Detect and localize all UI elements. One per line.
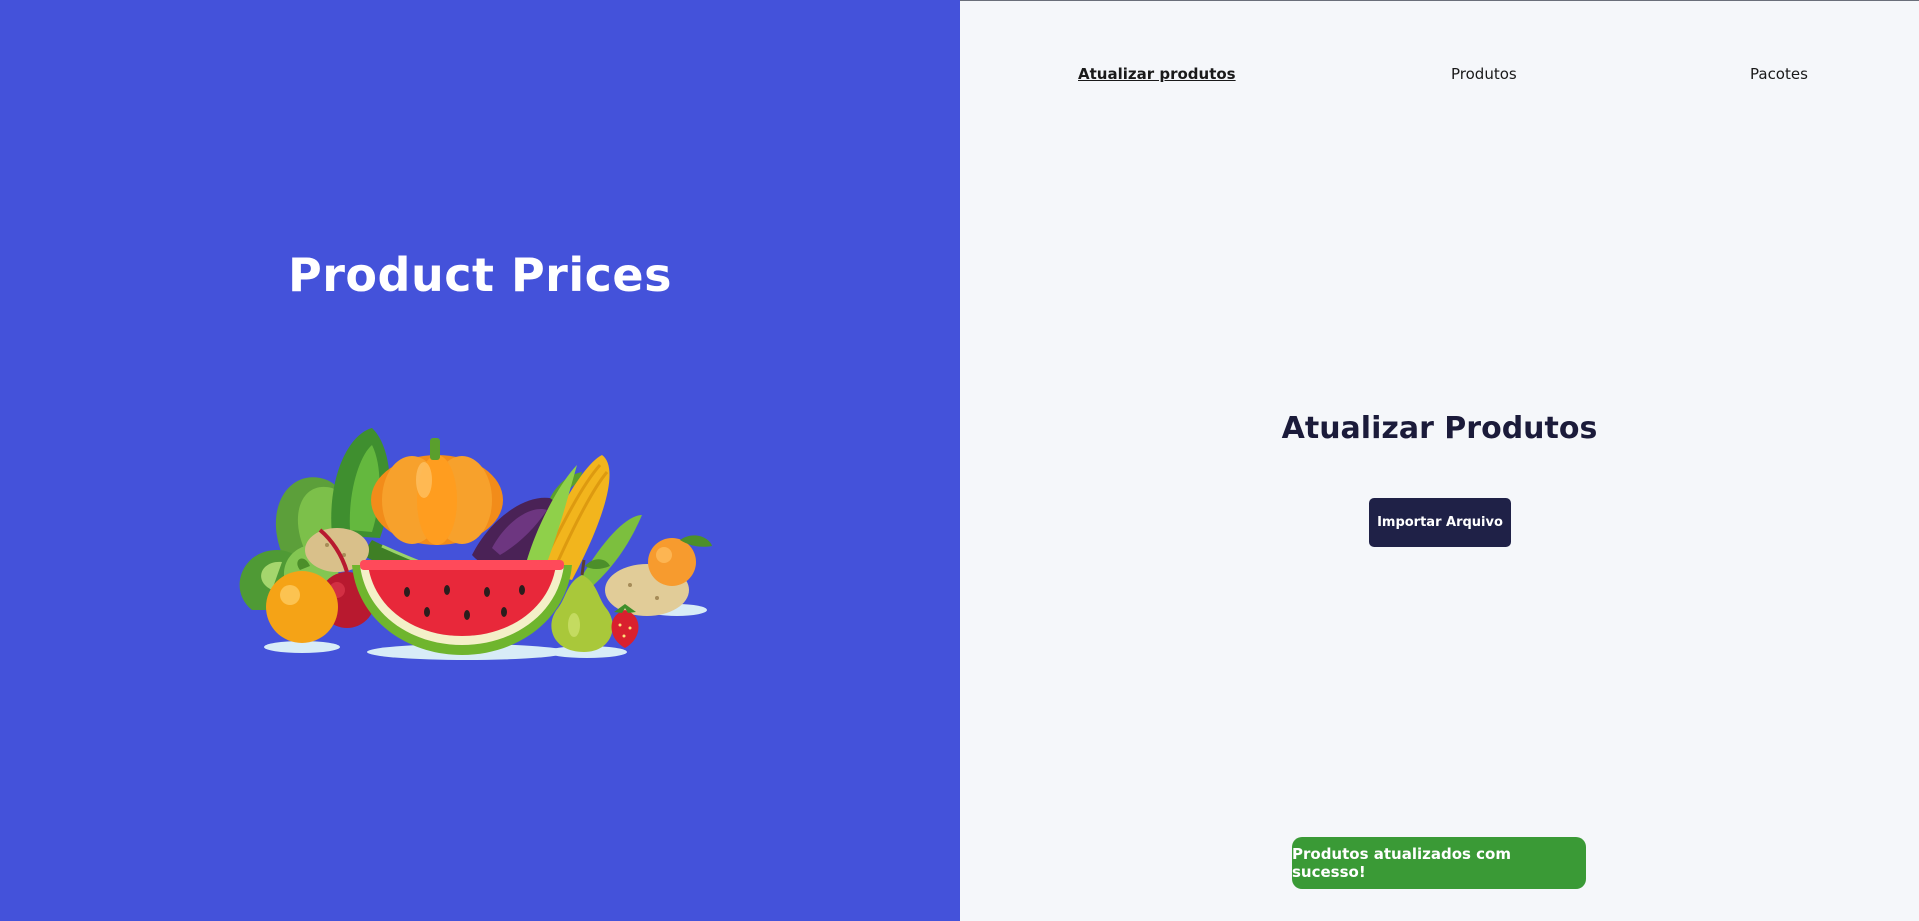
brand-panel: Product Prices <box>0 0 960 921</box>
nav-link-produtos[interactable]: Produtos <box>1451 65 1517 83</box>
fruits-vegetables-illustration <box>239 428 712 660</box>
import-file-button[interactable]: Importar Arquivo <box>1369 498 1511 547</box>
top-navigation: Atualizar produtos Produtos Pacotes <box>960 65 1919 89</box>
nav-link-pacotes[interactable]: Pacotes <box>1750 65 1808 83</box>
page-title: Atualizar Produtos <box>1281 411 1598 446</box>
app-root: Product Prices Atualizar produtos Produt… <box>0 0 1919 921</box>
brand-title: Product Prices <box>288 248 672 302</box>
nav-link-atualizar-produtos[interactable]: Atualizar produtos <box>1078 65 1236 83</box>
success-toast: Produtos atualizados com sucesso! <box>1292 837 1586 889</box>
content-panel: Atualizar produtos Produtos Pacotes Atua… <box>960 0 1919 921</box>
